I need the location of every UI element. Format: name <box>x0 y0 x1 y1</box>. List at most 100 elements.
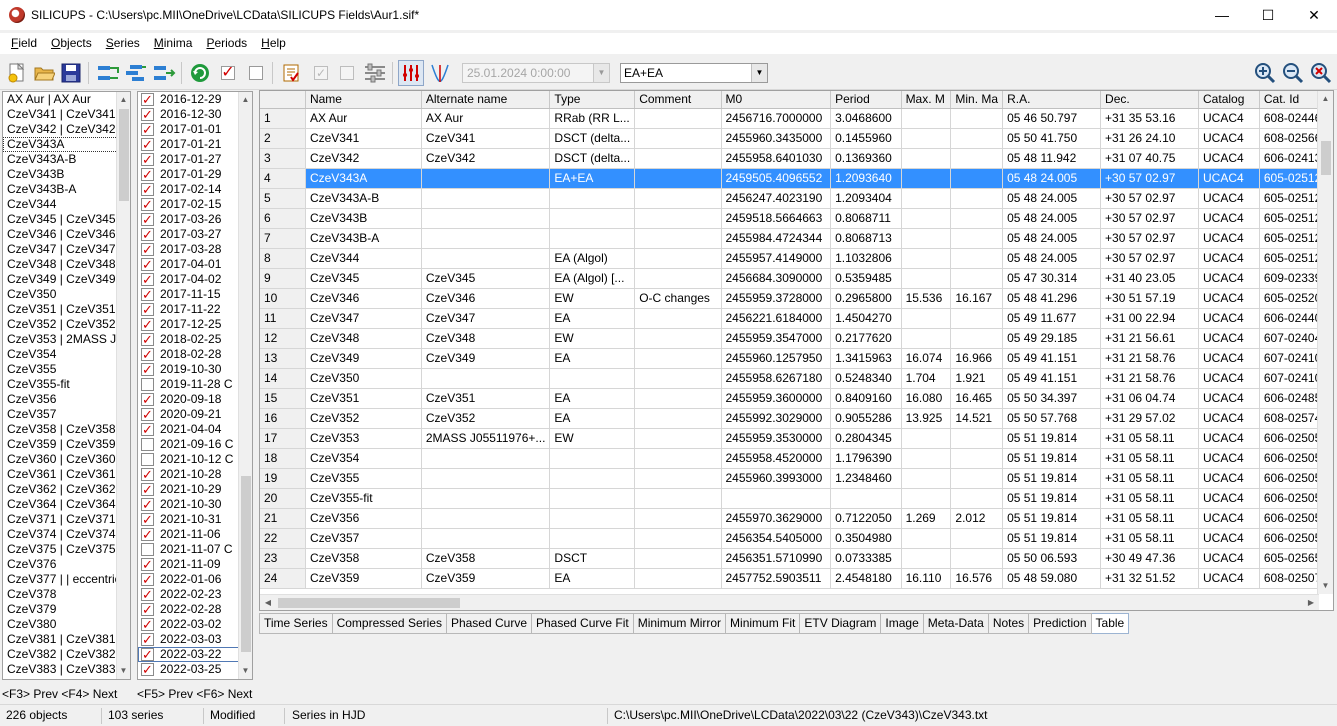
arrange-left-icon[interactable] <box>95 60 121 86</box>
row-number[interactable]: 14 <box>260 368 306 389</box>
table-cell[interactable]: CzeV353 <box>305 428 422 449</box>
table-cell[interactable]: 05 51 19.814 <box>1002 468 1102 489</box>
table-cell[interactable] <box>634 368 722 389</box>
table-cell[interactable] <box>901 228 952 249</box>
table-cell[interactable]: 1.269 <box>901 508 952 529</box>
table-cell[interactable] <box>950 208 1004 229</box>
row-number[interactable]: 9 <box>260 268 306 289</box>
checked-checkbox-icon[interactable]: ✓ <box>141 348 154 361</box>
table-cell[interactable] <box>950 328 1004 349</box>
table-cell[interactable]: 16.167 <box>950 288 1004 309</box>
series-list-item[interactable]: ✓ 2020-09-21 <box>138 407 252 422</box>
checked-checkbox-icon[interactable]: ✓ <box>141 273 154 286</box>
row-number[interactable]: 4 <box>260 168 306 189</box>
table-cell[interactable]: 16.110 <box>901 568 952 589</box>
column-header[interactable] <box>260 91 306 109</box>
table-cell[interactable]: UCAC4 <box>1198 168 1260 189</box>
table-row[interactable]: 14 CzeV350 2455958.6267180 0.5248340 1.704 1.… <box>260 368 1333 389</box>
table-cell[interactable]: AX Aur <box>305 108 422 129</box>
table-cell[interactable]: 13.925 <box>901 408 952 429</box>
object-list-item[interactable]: CzeV374 | CzeV374 <box>3 527 130 542</box>
column-header[interactable]: R.A. <box>1002 91 1102 109</box>
table-cell[interactable]: UCAC4 <box>1198 488 1260 509</box>
table-row[interactable]: 5 CzeV343A-B 2456247.4023190 1.2093404 05 48… <box>260 188 1333 209</box>
table-cell[interactable]: CzeV346 <box>305 288 422 309</box>
table-cell[interactable] <box>901 488 952 509</box>
tab-notes[interactable]: Notes <box>988 613 1030 634</box>
table-cell[interactable]: 0.8409160 <box>830 388 902 409</box>
table-cell[interactable]: 05 48 41.296 <box>1002 288 1102 309</box>
table-cell[interactable] <box>901 188 952 209</box>
splitter-objects[interactable] <box>132 91 136 721</box>
table-cell[interactable] <box>634 568 722 589</box>
table-cell[interactable]: CzeV347 <box>421 308 551 329</box>
table-row[interactable]: 21 CzeV356 2455970.3629000 0.7122050 1.269 2.… <box>260 508 1333 529</box>
table-cell[interactable]: 1.3415963 <box>830 348 902 369</box>
table-cell[interactable]: 0.2177620 <box>830 328 902 349</box>
table-cell[interactable]: O-C changes <box>634 288 722 309</box>
objects-table[interactable]: Name Alternate name Type Comment M0 Period Max… <box>259 90 1334 611</box>
object-list-item[interactable]: CzeV347 | CzeV347 <box>3 242 130 257</box>
table-row[interactable]: 4 CzeV343A EA+EA 2459505.4096552 1.2093640 05… <box>260 168 1333 189</box>
menu-periods[interactable]: Periods <box>199 33 254 54</box>
table-cell[interactable]: 05 50 57.768 <box>1002 408 1102 429</box>
table-cell[interactable] <box>421 208 551 229</box>
object-list-item[interactable]: CzeV380 <box>3 617 130 632</box>
table-cell[interactable]: DSCT (delta... <box>549 128 636 149</box>
splitter-series[interactable] <box>254 91 258 721</box>
table-cell[interactable] <box>634 228 722 249</box>
table-cell[interactable]: +31 07 40.75 <box>1100 148 1200 169</box>
series-list-item[interactable]: ✓ 2021-11-06 <box>138 527 252 542</box>
row-number[interactable]: 6 <box>260 208 306 229</box>
table-cell[interactable]: UCAC4 <box>1198 548 1260 569</box>
table-cell[interactable]: 05 50 41.750 <box>1002 128 1102 149</box>
checked-checkbox-icon[interactable]: ✓ <box>141 243 154 256</box>
checked-checkbox-icon[interactable]: ✓ <box>141 633 154 646</box>
table-cell[interactable] <box>901 308 952 329</box>
table-cell[interactable]: EW <box>549 288 636 309</box>
table-cell[interactable]: 2456684.3090000 <box>721 268 832 289</box>
object-list-item[interactable]: CzeV362 | CzeV362 <box>3 482 130 497</box>
table-cell[interactable] <box>634 128 722 149</box>
object-list-item[interactable]: CzeV345 | CzeV345 <box>3 212 130 227</box>
row-number[interactable]: 13 <box>260 348 306 369</box>
checked-checkbox-icon[interactable]: ✓ <box>141 333 154 346</box>
table-cell[interactable]: 16.074 <box>901 348 952 369</box>
row-number[interactable]: 16 <box>260 408 306 429</box>
table-cell[interactable]: UCAC4 <box>1198 108 1260 129</box>
table-cell[interactable]: 2456716.7000000 <box>721 108 832 129</box>
table-cell[interactable]: 16.966 <box>950 348 1004 369</box>
table-cell[interactable]: 05 49 29.185 <box>1002 328 1102 349</box>
table-cell[interactable] <box>901 148 952 169</box>
table-row[interactable]: 11 CzeV347 CzeV347 EA 2456221.6184000 1.45042… <box>260 308 1333 329</box>
unchecked-checkbox-icon[interactable] <box>141 543 154 556</box>
table-cell[interactable]: 05 49 11.677 <box>1002 308 1102 329</box>
object-list-item[interactable]: CzeV348 | CzeV348 <box>3 257 130 272</box>
row-number[interactable]: 3 <box>260 148 306 169</box>
checked-checkbox-icon[interactable]: ✓ <box>141 168 154 181</box>
column-header[interactable]: Comment <box>634 91 722 109</box>
checked-checkbox-icon[interactable]: ✓ <box>141 93 154 106</box>
scroll-up-icon[interactable]: ▲ <box>239 92 252 108</box>
table-cell[interactable] <box>634 348 722 369</box>
scroll-left-icon[interactable]: ◀ <box>260 595 276 610</box>
table-cell[interactable]: +30 57 02.97 <box>1100 188 1200 209</box>
checked-checkbox-icon[interactable]: ✓ <box>141 198 154 211</box>
table-cell[interactable] <box>421 528 551 549</box>
checked-checkbox-icon[interactable]: ✓ <box>141 258 154 271</box>
table-cell[interactable] <box>549 208 636 229</box>
table-cell[interactable]: CzeV346 <box>421 288 551 309</box>
checked-checkbox-icon[interactable]: ✓ <box>141 213 154 226</box>
checked-checkbox-icon[interactable]: ✓ <box>141 363 154 376</box>
table-cell[interactable]: CzeV348 <box>421 328 551 349</box>
table-cell[interactable]: CzeV357 <box>305 528 422 549</box>
table-cell[interactable]: EA (Algol) [... <box>549 268 636 289</box>
table-cell[interactable]: +31 05 58.11 <box>1100 428 1200 449</box>
series-list-item[interactable]: ✓ 2017-01-01 <box>138 122 252 137</box>
table-cell[interactable]: EA <box>549 388 636 409</box>
table-cell[interactable]: +30 57 02.97 <box>1100 208 1200 229</box>
table-cell[interactable]: 2456351.5710990 <box>721 548 832 569</box>
table-cell[interactable]: 1.704 <box>901 368 952 389</box>
table-row[interactable]: 7 CzeV343B-A 2455984.4724344 0.8068713 05 48… <box>260 228 1333 249</box>
checked-checkbox-icon[interactable]: ✓ <box>141 558 154 571</box>
